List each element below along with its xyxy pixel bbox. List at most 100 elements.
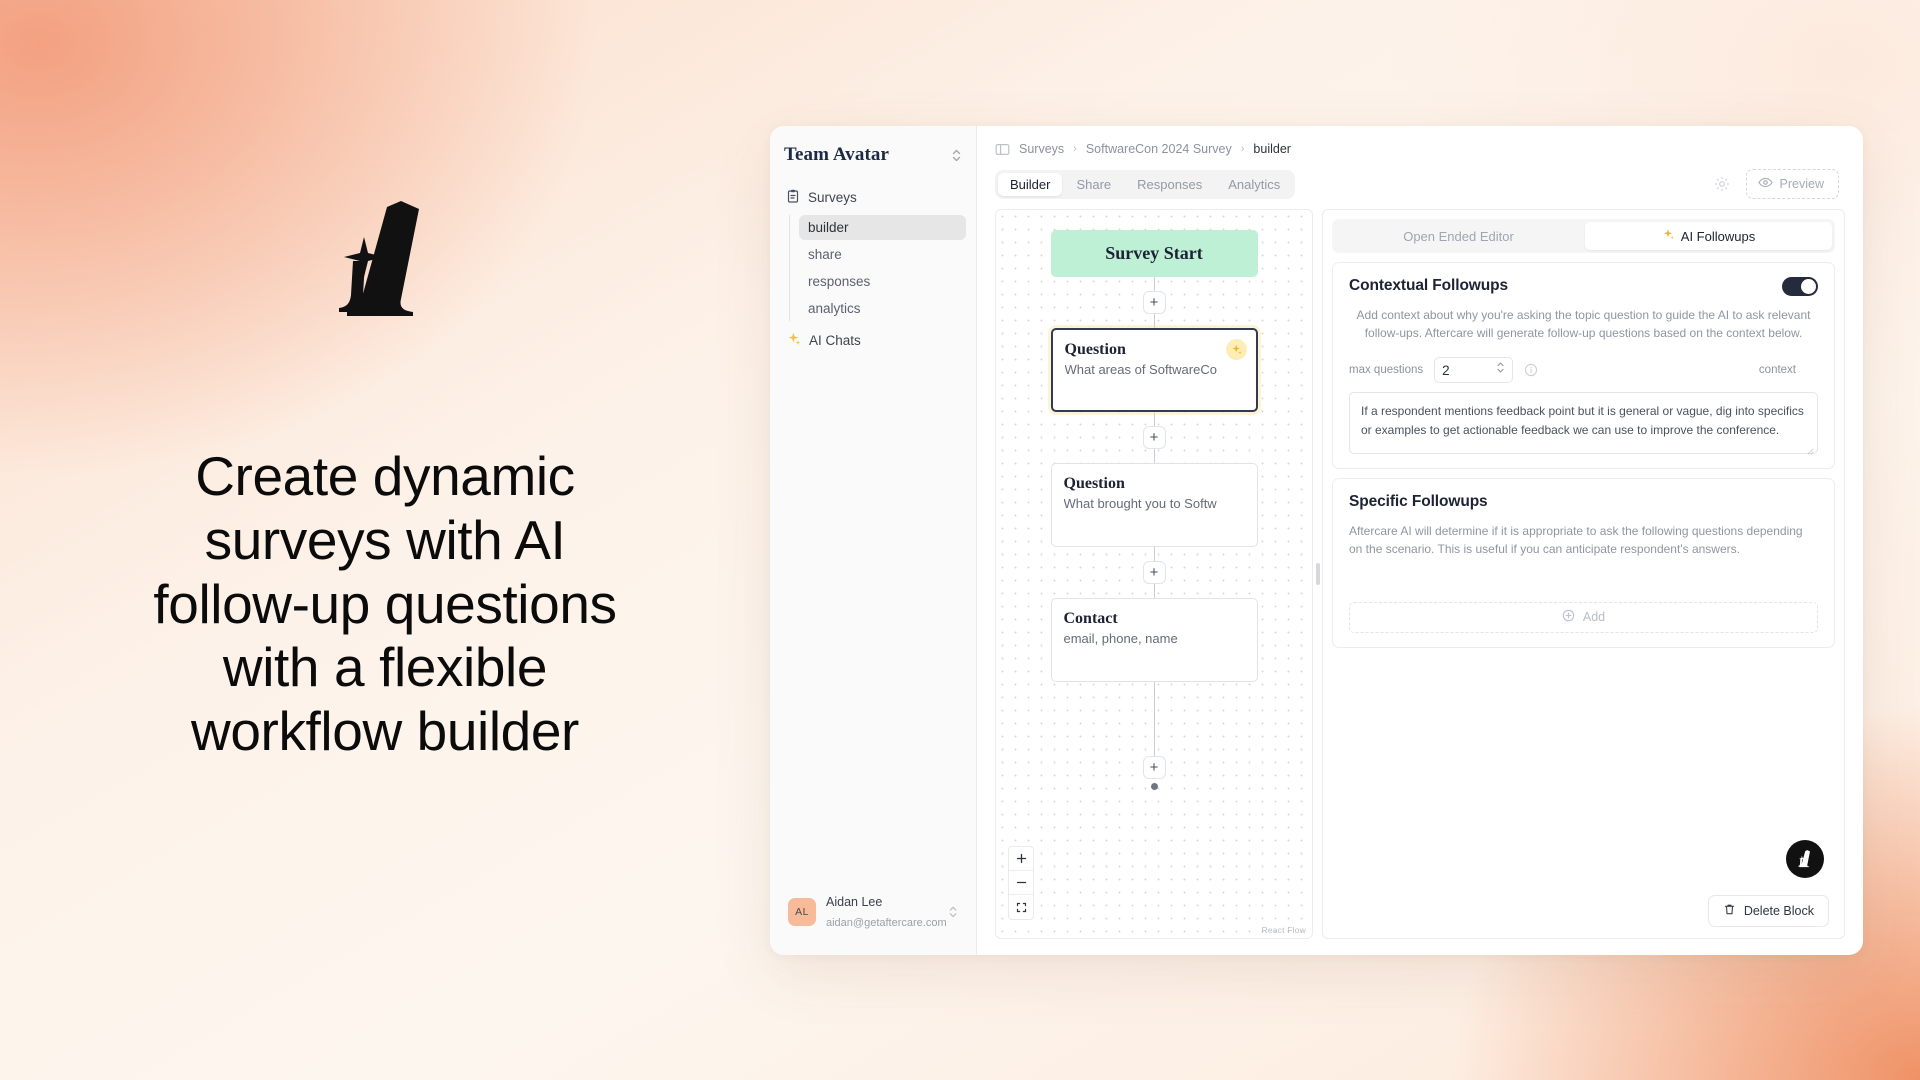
- fit-view-button[interactable]: [1009, 895, 1033, 919]
- add-label: Add: [1582, 610, 1606, 625]
- contextual-followups-card: Contextual Followups Add context about w…: [1332, 262, 1835, 469]
- add-node-button[interactable]: +: [1142, 756, 1166, 779]
- flow-connector-end: +: [1142, 682, 1166, 790]
- sidebar-header[interactable]: Team Avatar: [770, 126, 976, 170]
- context-value: If a respondent mentions feedback point …: [1361, 404, 1804, 437]
- add-node-button[interactable]: +: [1142, 426, 1166, 449]
- info-circle-icon[interactable]: [1524, 363, 1538, 377]
- avatar: AL: [788, 898, 816, 926]
- preview-label: Preview: [1779, 177, 1824, 191]
- sparkle-icon: [1662, 228, 1675, 244]
- node-subtitle: What brought you to Softw: [1063, 496, 1217, 512]
- context-label: context: [1758, 364, 1796, 377]
- add-node-button[interactable]: +: [1142, 291, 1166, 314]
- flow-end-handle[interactable]: [1150, 783, 1158, 790]
- gear-icon[interactable]: [1714, 176, 1730, 192]
- sidebar: Team Avatar Surveys builder share respon…: [770, 126, 977, 955]
- tabs: Builder Share Responses Analytics: [995, 169, 1296, 199]
- node-title: Question: [1064, 341, 1126, 358]
- max-questions-value: 2: [1442, 362, 1450, 378]
- tab-label: AI Followups: [1680, 228, 1756, 244]
- resize-grip-icon[interactable]: [1806, 442, 1814, 455]
- card-header: Contextual Followups: [1349, 277, 1818, 296]
- delete-label: Delete Block: [1743, 904, 1814, 918]
- breadcrumb-separator: ›: [1073, 143, 1077, 155]
- topbar: Surveys › SoftwareCon 2024 Survey › buil…: [977, 126, 1863, 199]
- chevron-up-down-icon[interactable]: [951, 148, 962, 163]
- card-description: Aftercare AI will determine if it is app…: [1349, 523, 1803, 557]
- tab-responses[interactable]: Responses: [1125, 173, 1214, 196]
- sidebar-toggle-icon[interactable]: [995, 142, 1010, 157]
- breadcrumb-item-builder: builder: [1253, 142, 1291, 156]
- flow-node-question-2[interactable]: Question What brought you to Softw: [1050, 463, 1258, 547]
- sidebar-item-builder[interactable]: builder: [799, 215, 966, 240]
- node-subtitle: email, phone, name: [1063, 631, 1178, 647]
- node-subtitle: What areas of SoftwareCo: [1064, 362, 1217, 378]
- chevron-up-down-icon[interactable]: [1496, 361, 1505, 379]
- sidebar-item-surveys[interactable]: Surveys: [782, 186, 966, 209]
- sidebar-user-card[interactable]: AL Aidan Lee aidan@getaftercare.com: [780, 885, 966, 939]
- add-specific-followup-button[interactable]: Add: [1349, 601, 1818, 633]
- canvas-zoom-controls: [1008, 846, 1034, 920]
- workspace: Survey Start + Question What areas of So…: [977, 199, 1863, 955]
- flow-node-question-1[interactable]: Question What areas of SoftwareCo: [1050, 328, 1258, 412]
- panel-resize-handle[interactable]: [1313, 209, 1322, 939]
- breadcrumb-item-surveys[interactable]: Surveys: [1019, 142, 1064, 156]
- sidebar-item-label: Surveys: [808, 190, 857, 205]
- inspector-footer: Delete Block: [1332, 885, 1835, 929]
- tab-builder[interactable]: Builder: [998, 172, 1063, 196]
- main-area: Surveys › SoftwareCon 2024 Survey › buil…: [977, 126, 1863, 955]
- zoom-in-button[interactable]: [1009, 847, 1033, 871]
- sidebar-item-ai-chats[interactable]: AI Chats: [782, 327, 966, 353]
- trash-icon: [1723, 903, 1736, 919]
- aftercare-chat-fab[interactable]: [1786, 840, 1824, 878]
- delete-block-button[interactable]: Delete Block: [1707, 895, 1829, 927]
- card-title: Contextual Followups: [1349, 277, 1509, 294]
- flow-node-contact[interactable]: Contact email, phone, name: [1050, 598, 1258, 682]
- user-name: Aidan Lee: [826, 895, 883, 909]
- max-questions-stepper[interactable]: 2: [1434, 357, 1514, 384]
- tab-open-ended-editor[interactable]: Open Ended Editor: [1335, 222, 1582, 250]
- sparkle-icon: [786, 331, 801, 349]
- inspector-segmented-tabs: Open Ended Editor AI Followups: [1332, 219, 1835, 253]
- react-flow-attribution[interactable]: React Flow: [1261, 925, 1306, 935]
- node-title: Contact: [1063, 610, 1118, 627]
- tab-label: Open Ended Editor: [1403, 228, 1514, 244]
- contextual-followups-toggle[interactable]: [1782, 277, 1818, 296]
- preview-button[interactable]: Preview: [1745, 169, 1839, 199]
- node-title: Survey Start: [1105, 242, 1203, 263]
- tab-analytics[interactable]: Analytics: [1216, 173, 1292, 196]
- flow-connector: +: [1142, 547, 1166, 598]
- max-questions-row: max questions 2 context: [1349, 357, 1818, 384]
- context-textarea[interactable]: If a respondent mentions feedback point …: [1349, 392, 1818, 455]
- eye-icon: [1757, 175, 1773, 193]
- sidebar-item-analytics[interactable]: analytics: [799, 296, 966, 321]
- flow-canvas[interactable]: Survey Start + Question What areas of So…: [995, 209, 1313, 939]
- flow-connector: +: [1142, 277, 1166, 328]
- user-email: aidan@getaftercare.com: [826, 917, 947, 929]
- tab-share[interactable]: Share: [1064, 173, 1123, 196]
- vertical-grip-icon: [1315, 563, 1320, 585]
- aftercare-a-sparkle-logo-icon: [317, 195, 453, 327]
- user-meta: Aidan Lee aidan@getaftercare.com: [826, 892, 947, 932]
- breadcrumb: Surveys › SoftwareCon 2024 Survey › buil…: [995, 138, 1845, 160]
- sidebar-item-label: AI Chats: [809, 332, 861, 348]
- sidebar-nav: Surveys builder share responses analytic…: [770, 170, 976, 885]
- app-window: Team Avatar Surveys builder share respon…: [770, 126, 1863, 955]
- tab-ai-followups[interactable]: AI Followups: [1585, 222, 1832, 250]
- node-title: Question: [1063, 475, 1125, 492]
- sidebar-item-responses[interactable]: responses: [799, 269, 966, 294]
- card-description: Add context about why you're asking the …: [1356, 308, 1811, 341]
- flow-connector: +: [1142, 412, 1166, 463]
- zoom-out-button[interactable]: [1009, 871, 1033, 895]
- marketing-headline: Create dynamic surveys with AI follow-up…: [153, 445, 617, 763]
- toggle-knob: [1801, 279, 1816, 294]
- breadcrumb-item-survey[interactable]: SoftwareCon 2024 Survey: [1086, 142, 1232, 156]
- sidebar-item-share[interactable]: share: [799, 242, 966, 267]
- chevron-up-down-icon[interactable]: [948, 905, 958, 920]
- max-questions-label: max questions: [1349, 364, 1424, 377]
- sparkle-icon: [1225, 339, 1247, 360]
- add-node-button[interactable]: +: [1142, 561, 1166, 584]
- flow-node-survey-start[interactable]: Survey Start: [1050, 230, 1258, 277]
- clipboard-icon: [786, 189, 800, 206]
